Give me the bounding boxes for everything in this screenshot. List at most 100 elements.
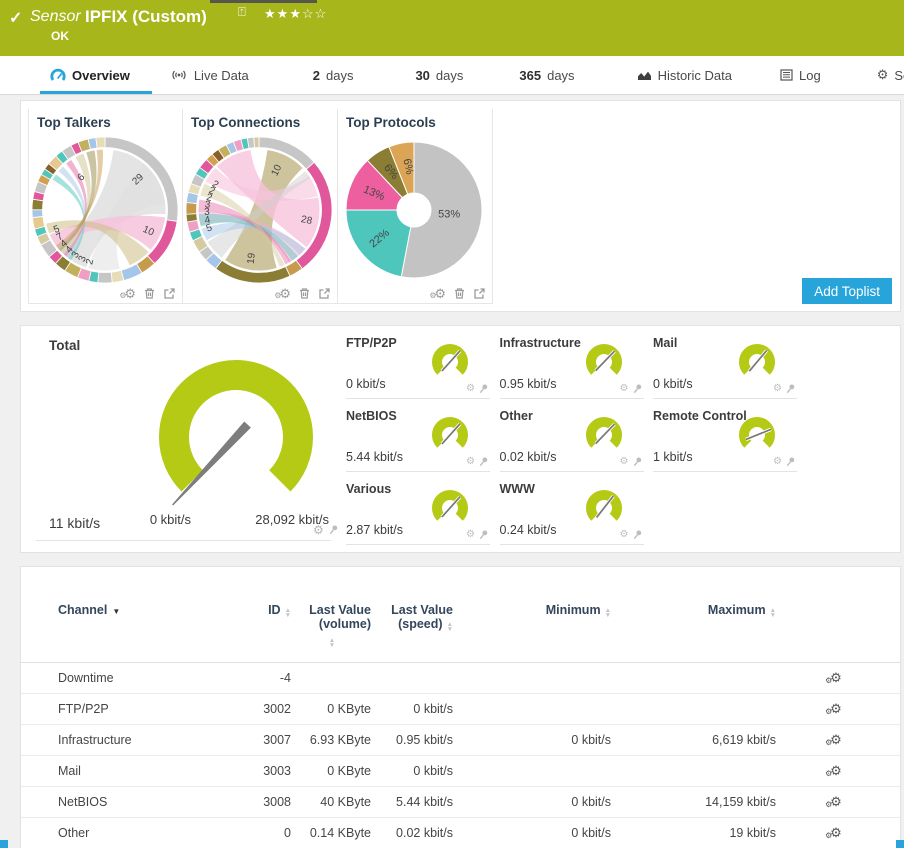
- gauge-cell-other: Other 0.02 kbit/s ⚙: [499, 406, 644, 472]
- gauge-settings-icon[interactable]: ⚙: [466, 530, 475, 540]
- channel-settings-button[interactable]: ⚙ ⚙: [811, 764, 861, 778]
- gauge-pin-icon[interactable]: [478, 456, 490, 468]
- tab-label: Overview: [72, 67, 130, 83]
- gauge-settings-icon[interactable]: ⚙: [620, 530, 629, 540]
- trash-icon: [145, 288, 154, 299]
- gauge-cell-www: WWW 0.24 kbit/s ⚙: [499, 479, 644, 545]
- channel-settings-button[interactable]: ⚙ ⚙: [811, 795, 861, 809]
- cell-2: 0.14 KByte: [309, 826, 371, 840]
- tab-live-data[interactable]: Live Data: [160, 56, 259, 94]
- star-filled-icon[interactable]: ★: [289, 6, 302, 21]
- gauge-settings-icon[interactable]: ⚙: [620, 457, 629, 467]
- sorted-desc-icon: ▼: [112, 607, 121, 616]
- add-toplist-button[interactable]: Add Toplist: [802, 278, 892, 304]
- gauge-settings-icon[interactable]: ⚙: [773, 457, 782, 467]
- gauge-pin-icon[interactable]: [632, 529, 644, 541]
- toplist-open-button[interactable]: [473, 287, 486, 300]
- channel-settings-button[interactable]: ⚙ ⚙: [811, 733, 861, 747]
- gauge-pin-icon[interactable]: [328, 524, 340, 536]
- settings-gears-icon: ⚙ ⚙: [825, 763, 842, 778]
- sort-arrows-icon[interactable]: ▲ ▼: [605, 608, 611, 618]
- tab-settings[interactable]: ⚙ Settings: [867, 56, 904, 94]
- star-filled-icon[interactable]: ★: [264, 6, 277, 21]
- tab-historic-data[interactable]: Historic Data: [627, 56, 742, 94]
- priority-stars[interactable]: ★★★☆☆: [264, 6, 327, 22]
- tab-days[interactable]: 365 days: [509, 56, 584, 94]
- gauge-pin-icon[interactable]: [785, 383, 797, 395]
- channel-row-ftp-p2p[interactable]: FTP/P2P 3002 0 KByte 0 kbit/s ⚙ ⚙: [21, 694, 900, 725]
- cell-4: 0 kbit/s: [571, 826, 611, 840]
- channel-gauge-icons: ⚙: [620, 529, 644, 541]
- star-empty-icon[interactable]: ☆: [302, 6, 315, 21]
- channel-row-netbios[interactable]: NetBIOS 3008 40 KByte 5.44 kbit/s 0 kbit/s 14…: [21, 787, 900, 818]
- gauge-pin-icon[interactable]: [785, 456, 797, 468]
- top-connections-chord-chart[interactable]: 1028192223345: [184, 135, 334, 285]
- channel-row-other[interactable]: Other 0 0.14 KByte 0.02 kbit/s 0 kbit/s 19 kb…: [21, 818, 900, 848]
- channel-row-infrastructure[interactable]: Infrastructure 3007 6.93 KByte 0.95 kbit/s 0…: [21, 725, 900, 756]
- pin-icon: [633, 457, 641, 467]
- column-header-last-value-speed-[interactable]: Last Value (speed) ▲ ▼: [371, 603, 453, 632]
- gauge-settings-icon[interactable]: ⚙: [313, 524, 324, 536]
- tab-label: Historic Data: [657, 67, 732, 83]
- channel-gauge-label: WWW: [499, 482, 535, 496]
- status-check-icon: ✓: [9, 10, 23, 27]
- toplist-delete-button[interactable]: [298, 287, 311, 300]
- pin-icon: [479, 530, 488, 540]
- star-empty-icon[interactable]: ☆: [315, 6, 328, 21]
- tab-overview[interactable]: Overview: [40, 56, 140, 94]
- cell-1: 0: [284, 826, 291, 840]
- gauge-settings-icon[interactable]: ⚙: [466, 384, 475, 394]
- sort-arrows-icon[interactable]: ▲ ▼: [447, 622, 453, 632]
- total-gauge-label: Total: [49, 338, 81, 353]
- toplist-settings-button[interactable]: ⚙ ⚙: [429, 287, 446, 300]
- channel-gauge-label: Mail: [653, 336, 678, 350]
- channel-settings-button[interactable]: ⚙ ⚙: [811, 671, 861, 685]
- cell-1: 3003: [263, 764, 291, 778]
- cell-2: 40 KByte: [320, 795, 371, 809]
- divider: [36, 540, 331, 541]
- toplist-settings-button[interactable]: ⚙ ⚙: [119, 287, 136, 300]
- toplist-settings-button[interactable]: ⚙ ⚙: [274, 287, 291, 300]
- channel-settings-button[interactable]: ⚙ ⚙: [811, 826, 861, 840]
- channel-gauge-value: 0.24 kbit/s: [499, 523, 557, 537]
- column-header-last-value-volume-[interactable]: Last Value (volume) ▲ ▼: [289, 603, 371, 648]
- star-filled-icon[interactable]: ★: [277, 6, 290, 21]
- gauge-settings-icon[interactable]: ⚙: [620, 384, 629, 394]
- tab-days[interactable]: 30 days: [405, 56, 473, 94]
- external-link-icon: [164, 288, 175, 299]
- tab-days[interactable]: 2 days: [303, 56, 364, 94]
- column-header-minimum[interactable]: Minimum ▲ ▼: [476, 603, 611, 618]
- toplist-delete-button[interactable]: [453, 287, 466, 300]
- toplist-panel-top-talkers: Top Talkers 29 10 6 2 3 3 4 4 7 5 ⚙ ⚙: [28, 109, 182, 304]
- tab-log[interactable]: Log: [770, 56, 831, 94]
- gauge-pin-icon[interactable]: [478, 529, 490, 541]
- gauge-pin-icon[interactable]: [632, 383, 644, 395]
- cell-4: 0 kbit/s: [571, 795, 611, 809]
- sort-arrows-icon[interactable]: ▲ ▼: [329, 638, 335, 648]
- channel-gauge-value: 0 kbit/s: [653, 377, 693, 391]
- channel-gauge-value: 5.44 kbit/s: [346, 450, 403, 464]
- column-header-maximum[interactable]: Maximum ▲ ▼: [641, 603, 776, 618]
- toplist-open-button[interactable]: [163, 287, 176, 300]
- channel-row-mail[interactable]: Mail 3003 0 KByte 0 kbit/s ⚙ ⚙: [21, 756, 900, 787]
- sort-arrows-icon[interactable]: ▲ ▼: [770, 608, 776, 618]
- total-gauge-icons: ⚙: [313, 524, 340, 536]
- gauge-pin-icon[interactable]: [632, 456, 644, 468]
- flag-icon[interactable]: ⍐: [238, 4, 246, 20]
- pin-icon: [479, 384, 488, 394]
- column-header-id[interactable]: ID ▲ ▼: [201, 603, 291, 618]
- channel-gauge: [739, 344, 775, 375]
- channel-row-downtime[interactable]: Downtime -4 ⚙ ⚙: [21, 663, 900, 694]
- historic-data-icon: [637, 71, 651, 80]
- gauge-settings-icon[interactable]: ⚙: [466, 457, 475, 467]
- top-protocols-pie-chart[interactable]: 53%22%13%6% 6%: [339, 135, 489, 285]
- top-talkers-chord-chart[interactable]: 291062334475: [30, 135, 180, 285]
- total-gauge-min: 0 kbit/s: [149, 512, 191, 527]
- toplist-delete-button[interactable]: [143, 287, 156, 300]
- gauge-pin-icon[interactable]: [478, 383, 490, 395]
- channel-gauge-icons: ⚙: [773, 383, 797, 395]
- toplist-open-button[interactable]: [318, 287, 331, 300]
- column-header-channel[interactable]: Channel ▼: [58, 603, 208, 617]
- channel-settings-button[interactable]: ⚙ ⚙: [811, 702, 861, 716]
- gauge-settings-icon[interactable]: ⚙: [773, 384, 782, 394]
